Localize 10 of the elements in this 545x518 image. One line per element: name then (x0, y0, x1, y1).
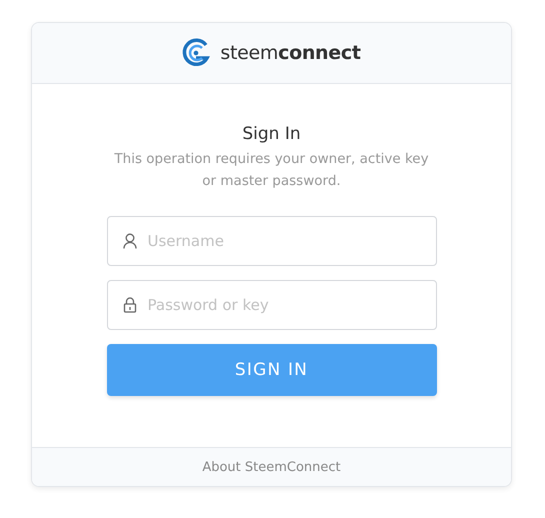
logo-text: steemconnect (220, 42, 361, 64)
about-link[interactable]: About SteemConnect (202, 460, 341, 474)
lock-icon (122, 297, 136, 313)
username-field[interactable]: Username (106, 216, 436, 266)
password-field[interactable]: Password or key (106, 280, 436, 330)
user-icon (122, 233, 136, 249)
sign-in-button[interactable]: SIGN IN (106, 344, 436, 396)
form-description: This operation requires your owner, active key or master password. (113, 150, 430, 191)
form-title: Sign In (242, 124, 301, 144)
logo-icon (182, 38, 210, 68)
